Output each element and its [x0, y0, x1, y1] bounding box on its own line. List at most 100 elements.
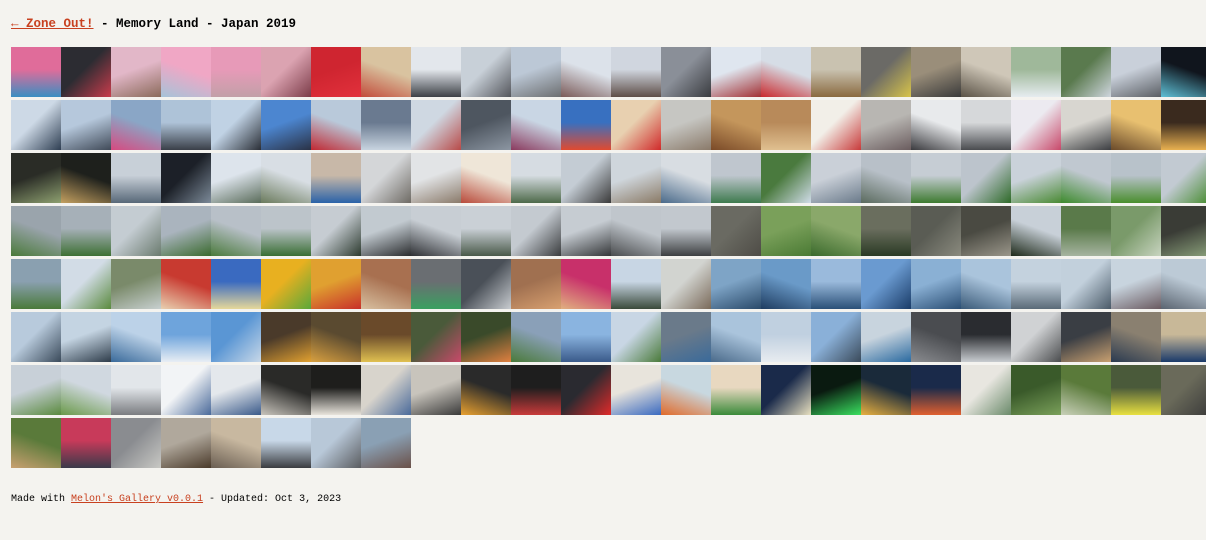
photo-thumbnail[interactable]	[611, 47, 661, 97]
photo-thumbnail[interactable]	[311, 153, 361, 203]
photo-thumbnail[interactable]	[711, 100, 761, 150]
photo-thumbnail[interactable]	[261, 259, 311, 309]
photo-thumbnail[interactable]	[461, 312, 511, 362]
photo-thumbnail[interactable]	[711, 312, 761, 362]
photo-thumbnail[interactable]	[561, 47, 611, 97]
photo-thumbnail[interactable]	[761, 312, 811, 362]
photo-thumbnail[interactable]	[311, 100, 361, 150]
photo-thumbnail[interactable]	[611, 365, 661, 415]
photo-thumbnail[interactable]	[1111, 312, 1161, 362]
photo-thumbnail[interactable]	[911, 100, 961, 150]
photo-thumbnail[interactable]	[161, 100, 211, 150]
photo-thumbnail[interactable]	[511, 259, 561, 309]
photo-thumbnail[interactable]	[511, 153, 561, 203]
photo-thumbnail[interactable]	[1011, 47, 1061, 97]
photo-thumbnail[interactable]	[1111, 365, 1161, 415]
photo-thumbnail[interactable]	[1161, 259, 1206, 309]
photo-thumbnail[interactable]	[11, 100, 61, 150]
photo-thumbnail[interactable]	[811, 312, 861, 362]
photo-thumbnail[interactable]	[11, 312, 61, 362]
photo-thumbnail[interactable]	[111, 47, 161, 97]
photo-thumbnail[interactable]	[311, 418, 361, 468]
photo-thumbnail[interactable]	[461, 206, 511, 256]
photo-thumbnail[interactable]	[1161, 206, 1206, 256]
photo-thumbnail[interactable]	[511, 100, 561, 150]
photo-thumbnail[interactable]	[161, 47, 211, 97]
photo-thumbnail[interactable]	[61, 259, 111, 309]
photo-thumbnail[interactable]	[1061, 365, 1111, 415]
photo-thumbnail[interactable]	[261, 312, 311, 362]
photo-thumbnail[interactable]	[1111, 206, 1161, 256]
photo-thumbnail[interactable]	[61, 418, 111, 468]
photo-thumbnail[interactable]	[411, 206, 461, 256]
photo-thumbnail[interactable]	[361, 206, 411, 256]
photo-thumbnail[interactable]	[1011, 259, 1061, 309]
photo-thumbnail[interactable]	[711, 259, 761, 309]
photo-thumbnail[interactable]	[361, 365, 411, 415]
photo-thumbnail[interactable]	[561, 153, 611, 203]
photo-thumbnail[interactable]	[11, 259, 61, 309]
photo-thumbnail[interactable]	[411, 47, 461, 97]
photo-thumbnail[interactable]	[61, 312, 111, 362]
photo-thumbnail[interactable]	[511, 365, 561, 415]
photo-thumbnail[interactable]	[711, 365, 761, 415]
photo-thumbnail[interactable]	[11, 153, 61, 203]
photo-thumbnail[interactable]	[211, 153, 261, 203]
photo-thumbnail[interactable]	[411, 312, 461, 362]
photo-thumbnail[interactable]	[161, 418, 211, 468]
photo-thumbnail[interactable]	[161, 312, 211, 362]
photo-thumbnail[interactable]	[661, 206, 711, 256]
photo-thumbnail[interactable]	[261, 47, 311, 97]
photo-thumbnail[interactable]	[1161, 47, 1206, 97]
photo-thumbnail[interactable]	[511, 206, 561, 256]
photo-thumbnail[interactable]	[411, 153, 461, 203]
photo-thumbnail[interactable]	[711, 153, 761, 203]
photo-thumbnail[interactable]	[61, 47, 111, 97]
photo-thumbnail[interactable]	[61, 100, 111, 150]
photo-thumbnail[interactable]	[711, 206, 761, 256]
photo-thumbnail[interactable]	[1111, 259, 1161, 309]
photo-thumbnail[interactable]	[1011, 153, 1061, 203]
photo-thumbnail[interactable]	[611, 312, 661, 362]
photo-thumbnail[interactable]	[961, 47, 1011, 97]
photo-thumbnail[interactable]	[1161, 312, 1206, 362]
photo-thumbnail[interactable]	[111, 153, 161, 203]
photo-thumbnail[interactable]	[511, 312, 561, 362]
photo-thumbnail[interactable]	[211, 100, 261, 150]
photo-thumbnail[interactable]	[361, 47, 411, 97]
back-link[interactable]: ← Zone Out!	[11, 17, 94, 31]
photo-thumbnail[interactable]	[161, 206, 211, 256]
photo-thumbnail[interactable]	[1111, 100, 1161, 150]
photo-thumbnail[interactable]	[961, 259, 1011, 309]
photo-thumbnail[interactable]	[911, 47, 961, 97]
photo-thumbnail[interactable]	[111, 365, 161, 415]
photo-thumbnail[interactable]	[811, 365, 861, 415]
photo-thumbnail[interactable]	[961, 100, 1011, 150]
photo-thumbnail[interactable]	[661, 100, 711, 150]
photo-thumbnail[interactable]	[611, 259, 661, 309]
photo-thumbnail[interactable]	[1011, 206, 1061, 256]
photo-thumbnail[interactable]	[111, 312, 161, 362]
photo-thumbnail[interactable]	[11, 47, 61, 97]
photo-thumbnail[interactable]	[461, 153, 511, 203]
photo-thumbnail[interactable]	[61, 206, 111, 256]
photo-thumbnail[interactable]	[711, 47, 761, 97]
photo-thumbnail[interactable]	[111, 206, 161, 256]
photo-thumbnail[interactable]	[211, 259, 261, 309]
photo-thumbnail[interactable]	[611, 206, 661, 256]
photo-thumbnail[interactable]	[261, 206, 311, 256]
photo-thumbnail[interactable]	[961, 365, 1011, 415]
photo-thumbnail[interactable]	[1111, 47, 1161, 97]
photo-thumbnail[interactable]	[1061, 153, 1111, 203]
photo-thumbnail[interactable]	[861, 100, 911, 150]
photo-thumbnail[interactable]	[661, 365, 711, 415]
photo-thumbnail[interactable]	[1161, 365, 1206, 415]
photo-thumbnail[interactable]	[861, 365, 911, 415]
photo-thumbnail[interactable]	[561, 100, 611, 150]
photo-thumbnail[interactable]	[461, 259, 511, 309]
photo-thumbnail[interactable]	[761, 100, 811, 150]
photo-thumbnail[interactable]	[211, 47, 261, 97]
photo-thumbnail[interactable]	[461, 365, 511, 415]
photo-thumbnail[interactable]	[761, 365, 811, 415]
photo-thumbnail[interactable]	[511, 47, 561, 97]
